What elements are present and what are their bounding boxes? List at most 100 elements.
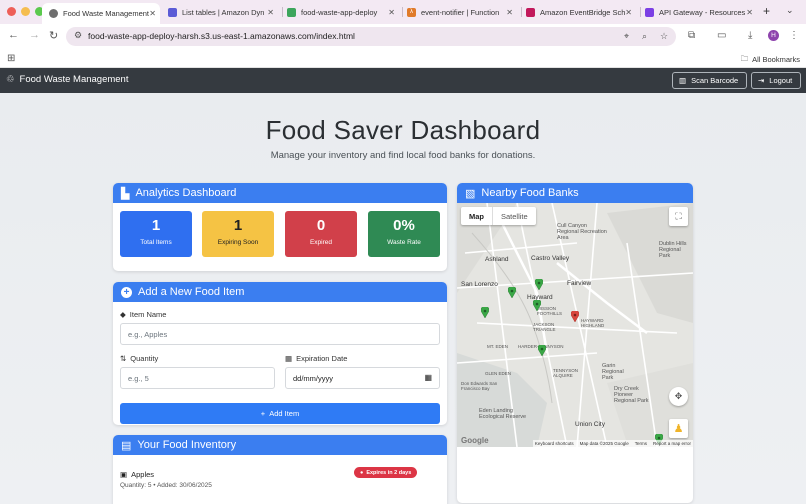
tab-label: Amazon EventBridge Sch: [540, 7, 626, 17]
food-banks-card: ▧ Nearby Food Banks Map Satellite ⛶ ✥ ♟ …: [457, 183, 693, 503]
inventory-title: Your Food Inventory: [137, 439, 237, 451]
map-data-attribution: Map data ©2025 Google: [579, 441, 629, 446]
lambda-icon: λ: [407, 7, 416, 17]
reload-icon[interactable]: ↻: [49, 29, 58, 42]
tab-label: List tables | Amazon Dyn: [182, 7, 265, 17]
chevron-down-icon[interactable]: ⌄: [786, 5, 794, 16]
apps-grid-icon[interactable]: ⊞: [7, 53, 15, 64]
map-type-toggle: Map Satellite: [461, 207, 536, 225]
browser-tab[interactable]: List tables | Amazon Dyn ✕: [168, 3, 278, 21]
location-icon[interactable]: ⌖: [624, 31, 629, 42]
calendar-picker-icon[interactable]: ▦: [424, 373, 432, 382]
map-label: JACKSON TRIANGLE: [533, 322, 556, 332]
back-icon[interactable]: ←: [8, 29, 19, 41]
keyboard-shortcuts-link[interactable]: Keyboard shortcuts: [535, 441, 574, 446]
stat-value: 0%: [393, 217, 415, 234]
close-tab-icon[interactable]: ✕: [746, 8, 753, 17]
close-tab-icon[interactable]: ✕: [506, 8, 513, 17]
page-subtitle: Manage your inventory and find local foo…: [270, 150, 536, 161]
window-controls: [7, 7, 44, 16]
brand-label: Food Waste Management: [19, 74, 129, 85]
expiration-date-input[interactable]: dd/mm/yyyy ▦: [285, 367, 440, 389]
quantity-text: Quantity: [130, 354, 159, 363]
close-window-button[interactable]: [7, 7, 16, 16]
food-bank-marker[interactable]: [533, 300, 541, 311]
brand[interactable]: ♲ Food Waste Management: [6, 74, 128, 85]
barcode-icon: ▥: [679, 76, 687, 85]
food-bank-marker[interactable]: [535, 279, 543, 290]
browser-tab[interactable]: λ event-notifier | Function ✕: [407, 3, 517, 21]
report-error-link[interactable]: Report a map error: [653, 441, 691, 446]
browser-toolbar: ← → ↻ ⚙ food-waste-app-deploy-harsh.s3.u…: [0, 24, 806, 48]
user-location-marker[interactable]: [571, 311, 579, 322]
alert-icon: ●: [360, 469, 364, 476]
item-name-row: ▣ Apples: [120, 470, 154, 479]
close-tab-icon[interactable]: ✕: [625, 8, 632, 17]
map-label: Ashland: [485, 256, 509, 263]
map-label: Dublin Hills Regional Park: [659, 241, 687, 259]
item-name-text: Item Name: [129, 310, 167, 319]
map-label: Garin Regional Park: [602, 363, 624, 381]
map-label: Eden Landing Ecological Reserve: [479, 408, 527, 420]
close-tab-icon[interactable]: ✕: [388, 8, 395, 17]
all-bookmarks-button[interactable]: 🗀 All Bookmarks: [741, 53, 800, 66]
download-icon[interactable]: ⤓: [748, 30, 752, 41]
food-bank-marker[interactable]: [481, 307, 489, 318]
add-item-header: + Add a New Food Item: [113, 282, 447, 302]
food-bank-map[interactable]: Map Satellite ⛶ ✥ ♟ Cull Canyon Regional…: [457, 203, 693, 447]
profile-avatar[interactable]: H: [768, 30, 779, 41]
all-bookmarks-label: All Bookmarks: [752, 55, 800, 64]
address-bar[interactable]: ⚙ food-waste-app-deploy-harsh.s3.us-east…: [66, 27, 676, 46]
status-badge: ● Expires in 2 days: [354, 467, 418, 478]
browser-tab[interactable]: API Gateway - Resources ✕: [645, 3, 757, 21]
extensions-icon[interactable]: ⧉: [688, 30, 695, 41]
site-info-icon[interactable]: ⚙: [74, 30, 82, 41]
tag-icon: ◆: [120, 310, 126, 319]
item-name-label: ◆ Item Name: [120, 310, 166, 319]
add-item-title: Add a New Food Item: [138, 286, 245, 298]
box-icon: ▣: [120, 470, 128, 479]
map-tab[interactable]: Map: [461, 207, 492, 225]
food-bank-marker[interactable]: [538, 345, 546, 356]
browser-tab[interactable]: food-waste-app-deploy ✕: [287, 3, 399, 21]
item-name-input[interactable]: e.g., Apples: [120, 323, 440, 345]
analytics-card: ▙ Analytics Dashboard 1 Total Items 1 Ex…: [113, 183, 447, 271]
quantity-input[interactable]: e.g., 5: [120, 367, 275, 389]
fullscreen-icon[interactable]: ⛶: [669, 207, 688, 226]
stat-label: Expiring Soon: [217, 239, 259, 246]
terms-link[interactable]: Terms: [635, 441, 647, 446]
map-icon: ▧: [465, 187, 476, 200]
minimize-window-button[interactable]: [21, 7, 30, 16]
close-tab-icon[interactable]: ✕: [267, 8, 274, 17]
logout-label: Logout: [769, 76, 793, 85]
expiration-date-label: ▦ Expiration Date: [285, 354, 347, 363]
satellite-tab[interactable]: Satellite: [492, 207, 536, 225]
list-item: ▣ Apples Quantity: 5 • Added: 30/06/2025…: [113, 455, 447, 495]
map-label: HAYWARD HIGHLAND: [581, 318, 605, 328]
stat-label: Waste Rate: [387, 239, 421, 246]
map-label: San Lorenzo: [461, 281, 498, 288]
logout-button[interactable]: ⇥ Logout: [751, 72, 801, 89]
close-tab-icon[interactable]: ✕: [149, 9, 156, 18]
bookmark-star-icon[interactable]: ☆: [660, 31, 668, 42]
menu-kebab-icon[interactable]: ⋮: [789, 30, 799, 41]
add-item-label: Add Item: [269, 409, 300, 418]
street-view-pegman-icon[interactable]: ♟: [669, 419, 688, 438]
food-bank-marker[interactable]: [508, 287, 516, 298]
tab-label: event-notifier | Function: [421, 7, 500, 17]
inventory-header: ▤ Your Food Inventory: [113, 435, 447, 455]
map-label: GLEN EDEN: [485, 371, 512, 376]
forward-icon[interactable]: →: [29, 29, 40, 41]
browser-tab[interactable]: Amazon EventBridge Sch ✕: [526, 3, 636, 21]
new-tab-button[interactable]: +: [763, 4, 770, 18]
map-label: Don Edwards San Francisco Bay: [461, 381, 498, 391]
sort-icon: ⇅: [120, 354, 127, 363]
zoom-icon[interactable]: ⌕: [642, 31, 647, 42]
browser-tab-active[interactable]: Food Waste Management ✕: [42, 3, 160, 24]
cast-icon[interactable]: ▭: [717, 30, 726, 41]
add-item-button[interactable]: + Add Item: [120, 403, 440, 424]
scan-barcode-button[interactable]: ▥ Scan Barcode: [672, 72, 747, 89]
expiration-date-text: Expiration Date: [296, 354, 348, 363]
pan-control-icon[interactable]: ✥: [669, 387, 688, 406]
calendar-icon: ▦: [285, 354, 293, 363]
